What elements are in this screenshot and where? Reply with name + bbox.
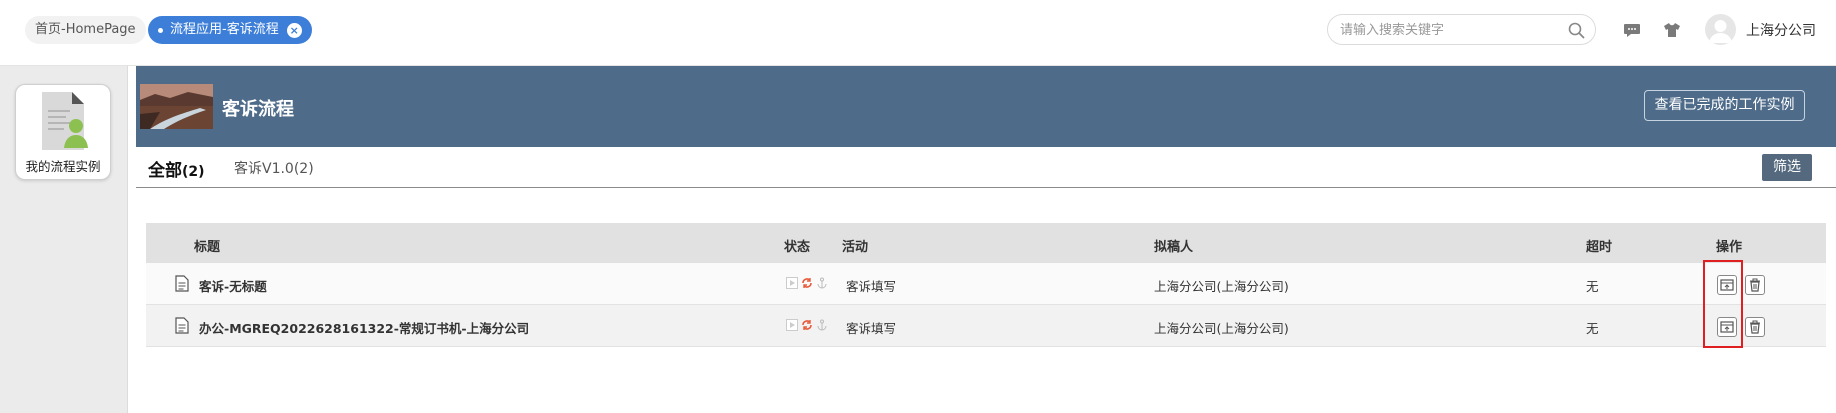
tab-version[interactable]: 客诉V1.0(2) [234,158,314,178]
avatar[interactable] [1705,14,1736,45]
anchor-icon[interactable] [816,277,828,289]
row-title[interactable]: 办公-MGREQ2022628161322-常规订书机-上海分公司 [199,318,529,337]
delete-button[interactable] [1745,317,1765,337]
tab-all-count: (2) [182,164,205,180]
top-bar: 首页-HomePage 流程应用-客诉流程 × 上海分公司 [0,0,1836,66]
tab-complaint-process[interactable]: 流程应用-客诉流程 × [148,16,312,44]
sidebar: 我的流程实例 [0,66,128,413]
row-timeout: 无 [1586,321,1599,336]
play-icon[interactable] [786,319,798,331]
refresh-icon[interactable] [801,319,813,331]
trash-icon [1750,320,1760,334]
active-dot-icon [158,27,163,33]
tab-complaint-process-label: 流程应用-客诉流程 [170,22,279,37]
tab-version-label: 客诉V1.0(2) [234,161,314,177]
row-timeout: 无 [1586,279,1599,294]
column-title: 标题 [194,240,221,255]
trash-icon [1750,278,1760,292]
table-row[interactable]: 客诉-无标题 客诉填写 上海分公司(上海分公司) 无 [146,263,1826,305]
table-header: 标题 状态 活动 拟稿人 超时 操作 [146,223,1826,263]
user-name[interactable]: 上海分公司 [1746,20,1816,40]
sidebar-item-label: 我的流程实例 [25,159,101,174]
delete-button[interactable] [1745,275,1765,295]
view-completed-instances-button[interactable]: 查看已完成的工作实例 [1644,90,1805,121]
status-icons [786,319,828,331]
tab-homepage-label: 首页-HomePage [35,22,136,37]
status-icons [786,277,828,289]
document-icon [175,317,189,334]
tab-all-label: 全部 [148,161,182,181]
refresh-icon[interactable] [801,277,813,289]
table-row[interactable]: 办公-MGREQ2022628161322-常规订书机-上海分公司 客诉填写 上… [146,305,1826,347]
sidebar-item-my-process-instances[interactable]: 我的流程实例 [15,84,111,180]
column-timeout: 超时 [1586,240,1613,255]
process-table: 标题 状态 活动 拟稿人 超时 操作 客诉-无标题 客诉填写 上海分公司(上海分… [146,223,1826,347]
user-icon [1709,20,1732,43]
search-input[interactable] [1340,21,1560,39]
row-drafter: 上海分公司(上海分公司) [1154,279,1289,294]
row-activity: 客诉填写 [846,279,897,294]
filter-button-label: 筛选 [1773,159,1801,175]
column-status: 状态 [784,240,811,255]
column-actions: 操作 [1716,240,1743,255]
message-icon[interactable] [1622,20,1642,40]
tab-homepage[interactable]: 首页-HomePage [25,16,146,44]
document-icon [175,275,189,292]
user-document-icon [42,92,88,150]
row-drafter: 上海分公司(上海分公司) [1154,321,1289,336]
search-box [1327,14,1596,45]
landscape-thumbnail-image [140,84,213,129]
page-title: 客诉流程 [222,99,294,120]
filter-button[interactable]: 筛选 [1762,154,1812,181]
theme-shirt-icon[interactable] [1662,20,1682,40]
tab-all[interactable]: 全部(2) [148,156,205,181]
column-activity: 活动 [842,240,869,255]
row-activity: 客诉填写 [846,321,897,336]
view-completed-instances-label: 查看已完成的工作实例 [1654,97,1795,113]
close-icon[interactable]: × [286,22,302,38]
column-drafter: 拟稿人 [1154,240,1194,255]
filter-bar: 全部(2) 客诉V1.0(2) 筛选 [136,147,1836,188]
highlight-box [1703,260,1743,348]
play-icon[interactable] [786,277,798,289]
row-title[interactable]: 客诉-无标题 [199,276,267,295]
search-icon[interactable] [1568,22,1585,39]
process-banner: 客诉流程 查看已完成的工作实例 [136,66,1836,147]
anchor-icon[interactable] [816,319,828,331]
